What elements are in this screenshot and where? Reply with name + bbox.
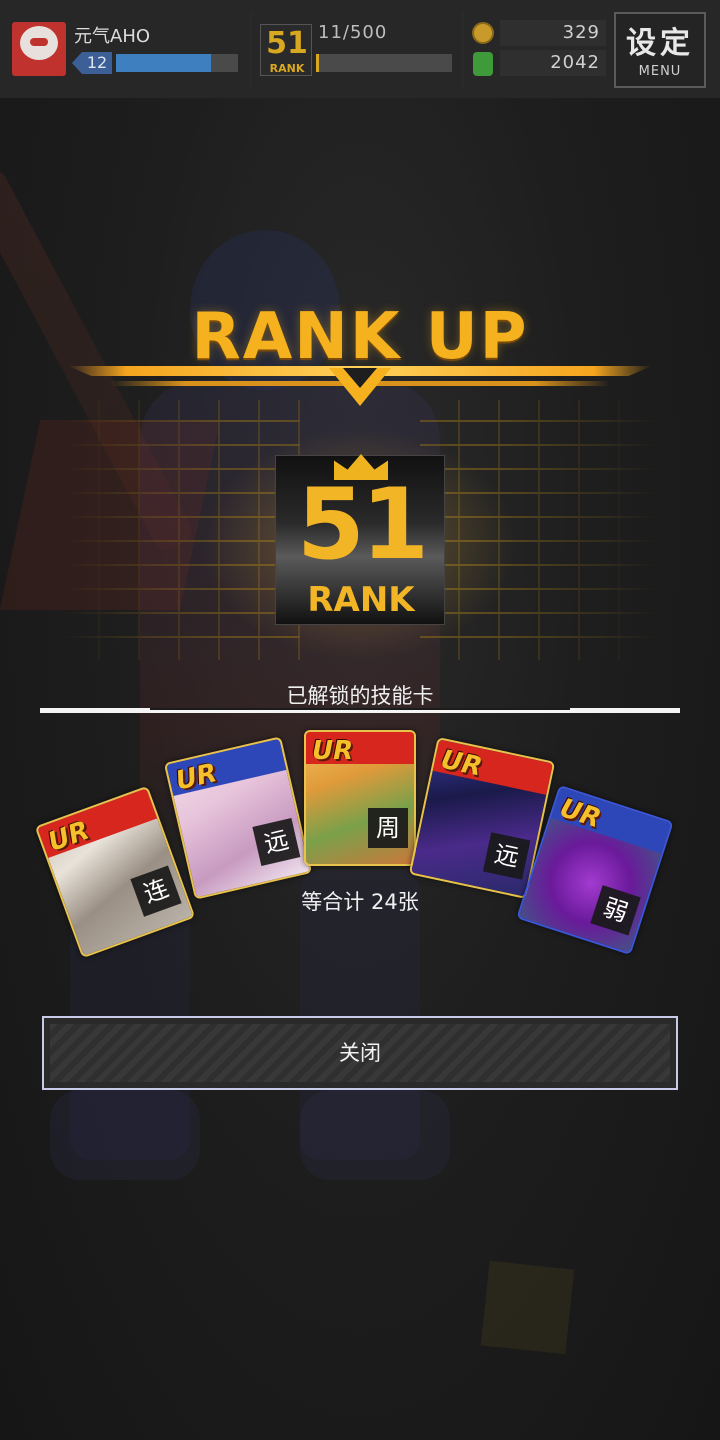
player-level-badge: 12 xyxy=(72,52,112,74)
hud-divider xyxy=(250,12,252,88)
skill-card[interactable]: UR 周 xyxy=(304,730,416,866)
gem-count: 2042 xyxy=(550,52,600,73)
menu-button-label: 设定 xyxy=(626,26,694,61)
new-rank-label: RANK xyxy=(307,580,415,620)
rank-badge-icon: 51 RANK xyxy=(260,24,312,76)
menu-button[interactable]: 设定 MENU xyxy=(614,12,706,88)
rank-progress-text: 11/500 xyxy=(318,22,388,43)
rank-progress-bar xyxy=(316,54,452,72)
coin-icon xyxy=(472,22,494,44)
card-rarity-badge: UR xyxy=(312,736,354,766)
new-rank-emblem: 51 RANK xyxy=(275,454,445,625)
card-type-label: 远 xyxy=(482,832,531,880)
card-total-count: 等合计 24张 xyxy=(301,890,419,914)
rank-badge-number: 51 xyxy=(266,26,308,61)
gem-icon xyxy=(473,52,493,76)
unlocked-skill-cards-label: 已解锁的技能卡 xyxy=(286,684,434,708)
rank-progress-fill xyxy=(316,54,319,72)
card-type-label: 周 xyxy=(368,808,408,848)
player-name: 元气AHO xyxy=(74,26,151,47)
new-rank-number: 51 xyxy=(296,468,429,582)
rank-up-title: RANK UP xyxy=(191,300,529,374)
rank-badge-label: RANK xyxy=(269,62,305,75)
coin-counter: 329 xyxy=(500,20,606,46)
close-button[interactable]: 关闭 xyxy=(42,1016,678,1090)
coin-count: 329 xyxy=(562,22,600,43)
hud-divider xyxy=(462,12,464,88)
player-avatar[interactable] xyxy=(12,22,66,76)
background-crate xyxy=(480,1260,575,1355)
gem-counter: 2042 xyxy=(500,50,606,76)
exp-progress-bar xyxy=(116,54,238,72)
exp-progress-fill xyxy=(116,54,212,72)
background-scene xyxy=(0,0,720,1440)
character-boot-silhouette xyxy=(50,1090,200,1180)
top-status-bar: 元气AHO 12 51 RANK 11/500 329 2042 设定 MENU xyxy=(0,0,720,98)
close-button-label: 关闭 xyxy=(339,1041,381,1065)
avatar-face-icon xyxy=(20,26,58,60)
player-level: 12 xyxy=(86,53,108,72)
unlocked-divider xyxy=(40,708,680,713)
character-boot-silhouette xyxy=(300,1090,450,1180)
menu-button-sublabel: MENU xyxy=(638,64,682,79)
